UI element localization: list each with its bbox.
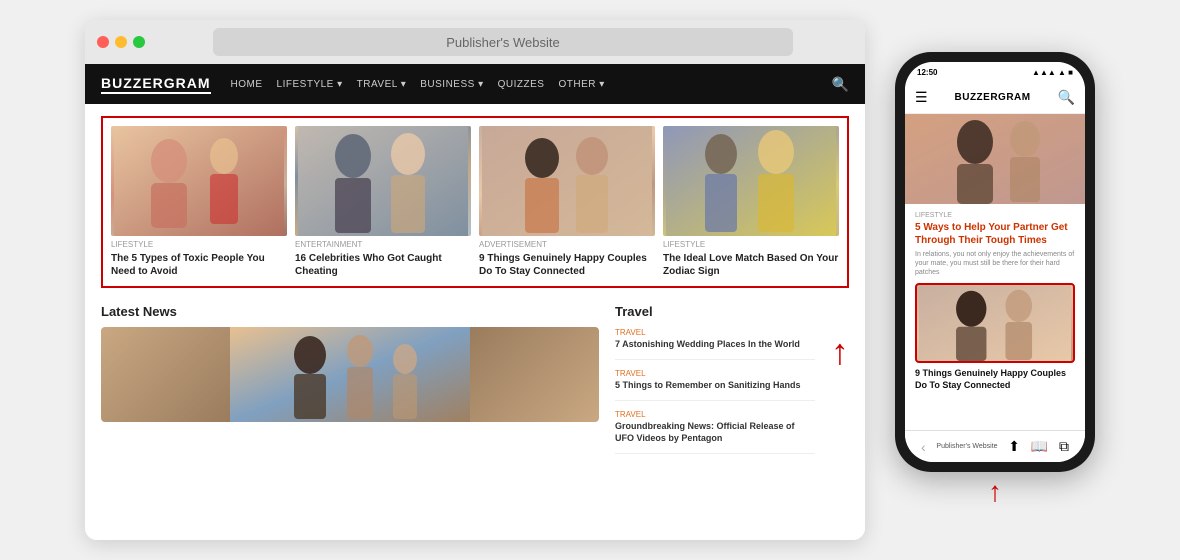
travel-item-title-1: 7 Astonishing Wedding Places In the Worl… <box>615 338 815 351</box>
nav-home[interactable]: HOME <box>231 79 263 90</box>
travel-item-title-3: Groundbreaking News: Official Release of… <box>615 420 815 445</box>
traffic-lights <box>97 36 145 48</box>
featured-grid: Lifestyle The 5 Types of Toxic People Yo… <box>111 126 839 278</box>
close-button[interactable] <box>97 36 109 48</box>
phone-back-icon[interactable]: ‹ <box>921 439 926 455</box>
travel-item-title-2: 5 Things to Remember on Sanitizing Hands <box>615 379 815 392</box>
site-logo: BUZZERGRAM <box>101 75 211 94</box>
card-image-2 <box>295 126 471 236</box>
phone-article-1-category: Lifestyle <box>915 212 1075 219</box>
phone-copy-icon[interactable]: ⧉ <box>1059 438 1069 455</box>
card-image-4 <box>663 126 839 236</box>
phone-signal: ▲▲▲ ▲ ■ <box>1032 68 1073 77</box>
phone-hero-image <box>905 114 1085 204</box>
latest-news-title: Latest News <box>101 304 599 319</box>
travel-item-cat-2: Travel <box>615 368 815 379</box>
nav-other[interactable]: OTHER ▾ <box>558 79 604 90</box>
card-meta-2: Entertainment <box>295 240 471 249</box>
travel-section: Travel Travel 7 Astonishing Wedding Plac… <box>615 304 815 462</box>
travel-item-1[interactable]: Travel 7 Astonishing Wedding Places In t… <box>615 327 815 360</box>
travel-item-3[interactable]: Travel Groundbreaking News: Official Rel… <box>615 409 815 454</box>
nav-quizzes[interactable]: QUIZZES <box>498 79 545 90</box>
card-title-3: 9 Things Genuinely Happy Couples Do To S… <box>479 252 655 278</box>
phone-down-arrow-area: ↑ <box>895 476 1095 508</box>
browser-content: BUZZERGRAM HOME LIFESTYLE ▾ TRAVEL ▾ BUS… <box>85 64 865 540</box>
featured-card-3[interactable]: Advertisement 9 Things Genuinely Happy C… <box>479 126 655 278</box>
phone-statusbar: 12:50 ▲▲▲ ▲ ■ <box>905 62 1085 82</box>
phone-share-icon[interactable]: ⬆ <box>1008 438 1020 455</box>
travel-list: Travel 7 Astonishing Wedding Places In t… <box>615 327 815 454</box>
phone-logo: BUZZERGRAM <box>955 92 1031 103</box>
address-bar[interactable]: Publisher's Website <box>213 28 793 56</box>
card-meta-1: Lifestyle <box>111 240 287 249</box>
phone-menu-icon[interactable]: ☰ <box>915 89 928 106</box>
bottom-content-row: Latest News <box>101 304 849 462</box>
nav-travel[interactable]: TRAVEL ▾ <box>357 79 407 90</box>
news-image <box>101 327 599 422</box>
travel-item-2[interactable]: Travel 5 Things to Remember on Sanitizin… <box>615 368 815 401</box>
phone-bookmark-icon[interactable]: 📖 <box>1031 438 1048 455</box>
browser-titlebar: Publisher's Website <box>85 20 865 64</box>
phone-article-1[interactable]: Lifestyle 5 Ways to Help Your Partner Ge… <box>905 204 1085 283</box>
card-title-4: The Ideal Love Match Based On Your Zodia… <box>663 252 839 278</box>
nav-business[interactable]: BUSINESS ▾ <box>420 79 483 90</box>
phone-article-1-desc: In relations, you not only enjoy the ach… <box>915 250 1075 277</box>
phone-screen: 12:50 ▲▲▲ ▲ ■ ☰ BUZZERGRAM 🔍 <box>905 62 1085 462</box>
featured-card-2[interactable]: Entertainment 16 Celebrities Who Got Cau… <box>295 126 471 278</box>
phone-navbar: ☰ BUZZERGRAM 🔍 <box>905 82 1085 114</box>
scroll-up-arrow: ↑ <box>831 334 849 370</box>
nav-links: HOME LIFESTYLE ▾ TRAVEL ▾ BUSINESS ▾ QUI… <box>231 79 605 90</box>
phone-content: Lifestyle 5 Ways to Help Your Partner Ge… <box>905 114 1085 430</box>
featured-card-4[interactable]: Lifestyle The Ideal Love Match Based On … <box>663 126 839 278</box>
phone-ad-title: 9 Things Genuinely Happy Couples Do To S… <box>915 368 1075 391</box>
search-icon[interactable]: 🔍 <box>832 76 849 93</box>
latest-news-section: Latest News <box>101 304 599 462</box>
featured-grid-wrapper: Lifestyle The 5 Types of Toxic People Yo… <box>101 116 849 288</box>
phone-article-1-title: 5 Ways to Help Your Partner Get Through … <box>915 221 1075 247</box>
phone-mockup: 12:50 ▲▲▲ ▲ ■ ☰ BUZZERGRAM 🔍 <box>895 52 1095 472</box>
site-navbar: BUZZERGRAM HOME LIFESTYLE ▾ TRAVEL ▾ BUS… <box>85 64 865 104</box>
card-image-1 <box>111 126 287 236</box>
phone-ad-section[interactable]: 9 Things Genuinely Happy Couples Do To S… <box>905 283 1085 397</box>
phone-down-arrow: ↑ <box>988 476 1002 507</box>
card-meta-3: Advertisement <box>479 240 655 249</box>
minimize-button[interactable] <box>115 36 127 48</box>
phone-ad-image <box>915 283 1075 363</box>
travel-title: Travel <box>615 304 815 319</box>
browser-window: Publisher's Website BUZZERGRAM HOME LIFE… <box>85 20 865 540</box>
phone-bottom-bar: ‹ Publisher's Website ⬆ 📖 ⧉ <box>905 430 1085 462</box>
phone-bottom-text: Publisher's Website <box>936 443 997 450</box>
card-meta-4: Lifestyle <box>663 240 839 249</box>
card-image-3 <box>479 126 655 236</box>
card-title-1: The 5 Types of Toxic People You Need to … <box>111 252 287 278</box>
travel-item-cat-1: Travel <box>615 327 815 338</box>
phone-search-icon[interactable]: 🔍 <box>1058 89 1075 106</box>
travel-item-cat-3: Travel <box>615 409 815 420</box>
address-text: Publisher's Website <box>446 35 560 50</box>
site-main: Lifestyle The 5 Types of Toxic People Yo… <box>85 104 865 540</box>
scroll-up-arrow-area: ↑ <box>831 304 849 462</box>
phone-wrapper: 12:50 ▲▲▲ ▲ ■ ☰ BUZZERGRAM 🔍 <box>895 52 1095 508</box>
phone-time: 12:50 <box>917 68 937 77</box>
featured-card-1[interactable]: Lifestyle The 5 Types of Toxic People Yo… <box>111 126 287 278</box>
maximize-button[interactable] <box>133 36 145 48</box>
nav-lifestyle[interactable]: LIFESTYLE ▾ <box>277 79 343 90</box>
card-title-2: 16 Celebrities Who Got Caught Cheating <box>295 252 471 278</box>
